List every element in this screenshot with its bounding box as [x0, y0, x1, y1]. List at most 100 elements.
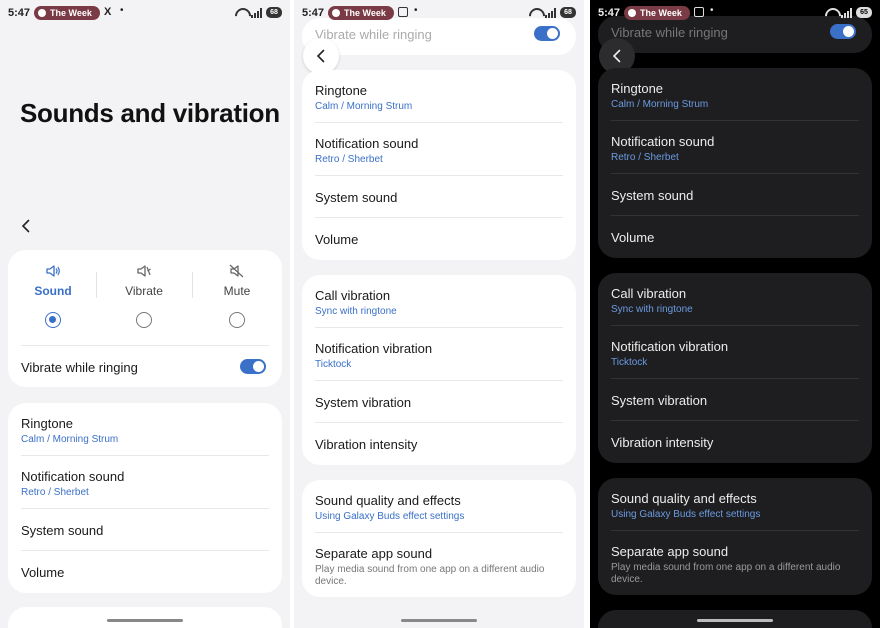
chevron-left-icon — [612, 49, 621, 63]
mode-vibrate[interactable]: Vibrate — [99, 264, 189, 328]
back-button[interactable] — [10, 210, 42, 242]
divider — [315, 380, 563, 381]
call-vibration-label: Call vibration — [611, 286, 687, 301]
separate-app-sound-description: Play media sound from one app on a diffe… — [315, 564, 545, 587]
battery-icon: 68 — [560, 7, 576, 18]
system-icons: 68 — [529, 7, 576, 18]
signal-icon — [545, 7, 556, 18]
audio-settings-card: Sound quality and effects Using Galaxy B… — [302, 480, 576, 597]
divider — [611, 173, 859, 174]
next-card-peek — [8, 607, 282, 628]
divider — [315, 532, 563, 533]
notification-vibration-row[interactable]: Notification vibration Ticktock — [315, 341, 563, 370]
sound-quality-label: Sound quality and effects — [611, 491, 757, 506]
vibrate-while-ringing-toggle[interactable] — [534, 26, 560, 41]
media-chip[interactable]: The Week — [328, 6, 394, 20]
vibration-settings-card: Call vibration Sync with ringtone Notifi… — [302, 275, 576, 465]
page-title: Sounds and vibration — [20, 98, 280, 128]
more-notifications-dot: • — [710, 5, 714, 16]
ringtone-value: Calm / Morning Strum — [315, 101, 413, 112]
wifi-icon — [235, 8, 247, 18]
call-vibration-row[interactable]: Call vibration Sync with ringtone — [315, 288, 563, 317]
notification-sound-label: Notification sound — [21, 469, 125, 484]
system-vibration-row[interactable]: System vibration — [611, 393, 859, 408]
vibrate-while-ringing-toggle[interactable] — [240, 359, 266, 374]
system-sound-label: System sound — [611, 188, 694, 203]
mode-divider — [96, 272, 97, 298]
notification-sound-row[interactable]: Notification sound Retro / Sherbet — [21, 469, 269, 498]
notification-vibration-label: Notification vibration — [611, 339, 729, 354]
screen-light-top: 5:47 The Week X • 68 Sounds and vibratio… — [0, 0, 290, 628]
screen-dark-scrolled: Vibrate while ringing 5:47 The Week • 65… — [590, 0, 880, 628]
system-vibration-label: System vibration — [315, 395, 412, 410]
home-indicator[interactable] — [697, 619, 773, 622]
x-app-icon: X — [104, 6, 112, 18]
home-indicator[interactable] — [107, 619, 183, 622]
divider — [611, 420, 859, 421]
screenshot-icon — [398, 7, 408, 17]
vibration-intensity-row[interactable]: Vibration intensity — [315, 437, 563, 452]
separate-app-sound-row[interactable]: Separate app sound Play media sound from… — [315, 546, 563, 588]
system-sound-label: System sound — [315, 190, 398, 205]
media-chip[interactable]: The Week — [34, 6, 100, 20]
sound-quality-row[interactable]: Sound quality and effects Using Galaxy B… — [315, 493, 563, 522]
divider — [315, 122, 563, 123]
divider — [611, 530, 859, 531]
vibration-intensity-label: Vibration intensity — [611, 435, 714, 450]
sound-settings-card: Ringtone Calm / Morning Strum Notificati… — [302, 70, 576, 260]
divider — [315, 175, 563, 176]
vibrate-while-ringing-row[interactable]: Vibrate while ringing — [315, 27, 563, 42]
ringtone-row[interactable]: Ringtone Calm / Morning Strum — [315, 83, 563, 112]
volume-row[interactable]: Volume — [611, 230, 859, 245]
ringtone-value: Calm / Morning Strum — [21, 434, 119, 445]
sound-mode-card: Sound Vibrate Mute Vibrate while ringing — [8, 250, 282, 387]
wifi-icon — [529, 8, 541, 18]
notification-vibration-value: Ticktock — [611, 357, 648, 368]
notification-vibration-row[interactable]: Notification vibration Ticktock — [611, 339, 859, 368]
separate-app-sound-row[interactable]: Separate app sound Play media sound from… — [611, 544, 859, 586]
status-time: 5:47 — [302, 7, 325, 19]
system-vibration-row[interactable]: System vibration — [315, 395, 563, 410]
notification-sound-value: Retro / Sherbet — [611, 152, 679, 163]
vibration-intensity-label: Vibration intensity — [315, 437, 418, 452]
call-vibration-row[interactable]: Call vibration Sync with ringtone — [611, 286, 859, 315]
vibrate-while-ringing-label: Vibrate while ringing — [21, 360, 138, 375]
system-sound-row[interactable]: System sound — [611, 188, 859, 203]
ringtone-row[interactable]: Ringtone Calm / Morning Strum — [611, 81, 859, 110]
media-chip[interactable]: The Week — [624, 6, 690, 20]
sound-quality-row[interactable]: Sound quality and effects Using Galaxy B… — [611, 491, 859, 520]
vibrate-while-ringing-row[interactable]: Vibrate while ringing — [21, 360, 269, 375]
ringtone-value: Calm / Morning Strum — [611, 99, 709, 110]
mode-sound[interactable]: Sound — [8, 264, 98, 328]
system-sound-row[interactable]: System sound — [315, 190, 563, 205]
divider — [611, 378, 859, 379]
volume-label: Volume — [21, 565, 65, 580]
notification-vibration-label: Notification vibration — [315, 341, 433, 356]
ringtone-row[interactable]: Ringtone Calm / Morning Strum — [21, 416, 269, 445]
sound-quality-value: Using Galaxy Buds effect settings — [611, 509, 761, 520]
notification-sound-value: Retro / Sherbet — [21, 487, 89, 498]
system-icons: 68 — [235, 7, 282, 18]
notification-vibration-value: Ticktock — [315, 359, 352, 370]
sound-quality-label: Sound quality and effects — [315, 493, 461, 508]
vibration-intensity-row[interactable]: Vibration intensity — [611, 435, 859, 450]
status-bar: 5:47 The Week X • 68 — [0, 0, 290, 28]
volume-row[interactable]: Volume — [21, 565, 269, 580]
mode-mute-radio[interactable] — [229, 312, 245, 328]
sound-quality-value: Using Galaxy Buds effect settings — [315, 511, 465, 522]
system-sound-label: System sound — [21, 523, 104, 538]
volume-row[interactable]: Volume — [315, 232, 563, 247]
call-vibration-value: Sync with ringtone — [315, 306, 397, 317]
home-indicator[interactable] — [401, 619, 477, 622]
mode-sound-radio[interactable] — [45, 312, 61, 328]
battery-icon: 68 — [266, 7, 282, 18]
system-sound-row[interactable]: System sound — [21, 523, 269, 538]
chevron-left-icon — [316, 49, 325, 63]
notification-sound-row[interactable]: Notification sound Retro / Sherbet — [611, 134, 859, 163]
notification-sound-row[interactable]: Notification sound Retro / Sherbet — [315, 136, 563, 165]
mode-vibrate-radio[interactable] — [136, 312, 152, 328]
divider — [611, 325, 859, 326]
mode-vibrate-label: Vibrate — [125, 284, 163, 298]
mode-mute[interactable]: Mute — [192, 264, 282, 328]
back-button[interactable] — [303, 38, 339, 74]
